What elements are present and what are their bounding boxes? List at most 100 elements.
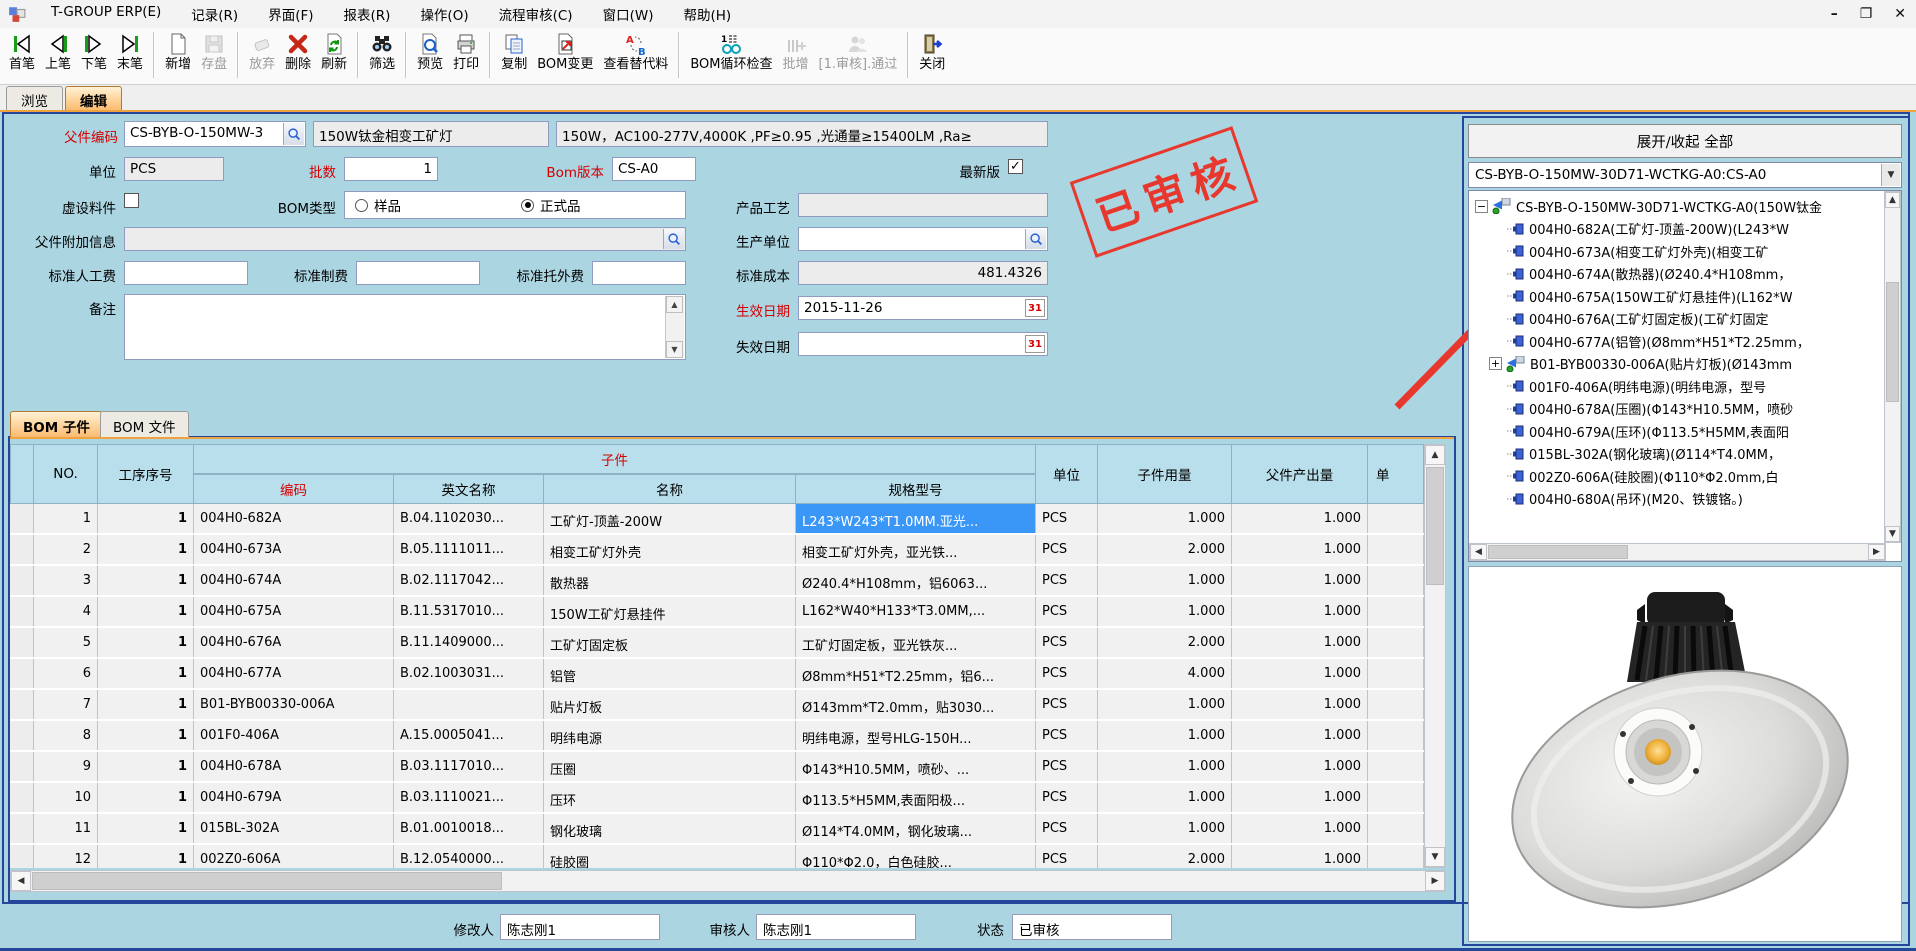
cell-seq[interactable]: 1 [98,783,194,812]
remark-textarea[interactable]: ▲ ▼ [124,294,686,360]
cell-seq[interactable]: 1 [98,504,194,533]
nav-first-button[interactable]: 首笔 [4,28,40,72]
cell-code[interactable]: 004H0-674A [194,566,394,595]
cell-spec[interactable]: L162*W40*H133*T3.0MM,... [796,597,1036,626]
row-marker[interactable] [10,659,34,688]
cell-parent_qty[interactable]: 1.000 [1232,814,1368,843]
cell-en[interactable]: B.04.1102030... [394,504,544,533]
cell-en[interactable]: A.15.0005041... [394,721,544,750]
parent-info-lookup-button[interactable] [663,229,684,249]
cell-seq[interactable]: 1 [98,659,194,688]
scroll-down-icon[interactable]: ▼ [666,341,683,358]
cell-qty[interactable]: 2.000 [1098,628,1232,657]
cell-name[interactable]: 压圈 [544,752,796,781]
cell-unit[interactable]: PCS [1036,504,1098,533]
cell-seq[interactable]: 1 [98,566,194,595]
cell-name[interactable]: 相变工矿灯外壳 [544,535,796,564]
cell-unit[interactable]: PCS [1036,597,1098,626]
row-marker[interactable] [10,628,34,657]
filter-button[interactable]: 筛选 [364,28,400,72]
cell-parent_qty[interactable]: 1.000 [1232,721,1368,750]
cell-no[interactable]: 7 [34,690,98,719]
refresh-button[interactable]: 刷新 [316,28,352,72]
cell-spec[interactable]: L243*W243*T1.0MM.亚光... [796,504,1036,533]
prod-unit-field[interactable] [798,227,1048,251]
prod-unit-lookup-button[interactable] [1025,229,1046,249]
cell-qty[interactable]: 1.000 [1098,566,1232,595]
cell-unit[interactable]: PCS [1036,845,1098,868]
scroll-up-icon[interactable]: ▲ [1885,192,1900,208]
cell-code[interactable]: 004H0-682A [194,504,394,533]
tree-node[interactable]: −CS-BYB-O-150MW-30D71-WCTKG-A0(150W钛金 [1471,195,1883,218]
tree-hscrollbar[interactable]: ◀ ▶ [1469,543,1886,561]
tab-bom-children[interactable]: BOM 子件 [10,411,103,437]
bom-type-option-0[interactable]: 样品 [355,195,401,215]
menu-item-6[interactable]: 窗口(W) [588,4,669,24]
cell-seq[interactable]: 1 [98,597,194,626]
expire-date-field[interactable]: 31 [798,332,1048,356]
tree-node[interactable]: 015BL-302A(钢化玻璃)(Ø114*T4.0MM， [1471,443,1883,466]
scroll-down-icon[interactable]: ▼ [1425,847,1445,867]
tree-node[interactable]: 004H0-682A(工矿灯-顶盖-200W)(L243*W [1471,218,1883,241]
bom-type-option-1[interactable]: 正式品 [521,195,581,215]
cell-name[interactable]: 明纬电源 [544,721,796,750]
tree-node[interactable]: 004H0-676A(工矿灯固定板)(工矿灯固定 [1471,308,1883,331]
tree-node[interactable]: 001F0-406A(明纬电源)(明纬电源，型号 [1471,375,1883,398]
cell-no[interactable]: 8 [34,721,98,750]
cell-parent_qty[interactable]: 1.000 [1232,752,1368,781]
cell-extra[interactable] [1368,628,1424,657]
bom-change-button[interactable]: BOM变更 [532,28,598,72]
expand-icon[interactable]: + [1489,357,1502,370]
close-button[interactable]: 关闭 [914,28,950,72]
close-button[interactable]: ✕ [1894,6,1906,22]
delete-button[interactable]: 删除 [280,28,316,72]
cell-unit[interactable]: PCS [1036,721,1098,750]
cell-code[interactable]: 004H0-679A [194,783,394,812]
cell-en[interactable]: B.03.1110021... [394,783,544,812]
cell-spec[interactable]: 工矿灯固定板，亚光铁灰... [796,628,1036,657]
cell-en[interactable]: B.02.1117042... [394,566,544,595]
cell-name[interactable]: 贴片灯板 [544,690,796,719]
expand-collapse-all-button[interactable]: 展开/收起 全部 [1468,124,1902,158]
cell-parent_qty[interactable]: 1.000 [1232,566,1368,595]
cell-en[interactable]: B.12.0540000... [394,845,544,868]
cell-qty[interactable]: 2.000 [1098,845,1232,868]
calendar-icon[interactable]: 31 [1025,335,1045,353]
cell-en[interactable]: B.02.1003031... [394,659,544,688]
parent-info-field[interactable] [124,227,686,251]
cell-spec[interactable]: Φ143*H10.5MM，喷砂、... [796,752,1036,781]
cell-qty[interactable]: 1.000 [1098,783,1232,812]
cell-no[interactable]: 9 [34,752,98,781]
cell-unit[interactable]: PCS [1036,814,1098,843]
substitute-button[interactable]: AB查看替代料 [598,28,673,72]
cell-qty[interactable]: 1.000 [1098,597,1232,626]
cell-code[interactable]: 002Z0-606A [194,845,394,868]
virtual-checkbox[interactable] [124,193,139,208]
cell-name[interactable]: 散热器 [544,566,796,595]
cell-spec[interactable]: 相变工矿灯外壳，亚光铁... [796,535,1036,564]
cell-en[interactable]: B.11.5317010... [394,597,544,626]
parent-code-field[interactable]: CS-BYB-O-150MW-3 [124,121,306,147]
restore-button[interactable]: ❐ [1860,6,1873,22]
menu-item-3[interactable]: 报表(R) [329,4,406,24]
cell-extra[interactable] [1368,814,1424,843]
row-marker[interactable] [10,690,34,719]
vscroll-thumb[interactable] [1886,282,1899,402]
scroll-left-icon[interactable]: ◀ [1470,544,1487,560]
cell-unit[interactable]: PCS [1036,659,1098,688]
cell-no[interactable]: 5 [34,628,98,657]
cell-code[interactable]: 004H0-677A [194,659,394,688]
cell-unit[interactable]: PCS [1036,690,1098,719]
cell-no[interactable]: 1 [34,504,98,533]
menu-item-5[interactable]: 流程审核(C) [484,4,588,24]
minimize-button[interactable]: – [1831,6,1838,22]
cell-extra[interactable] [1368,535,1424,564]
cell-seq[interactable]: 1 [98,628,194,657]
row-marker[interactable] [10,845,34,868]
scroll-down-icon[interactable]: ▼ [1885,526,1900,542]
cell-unit[interactable]: PCS [1036,783,1098,812]
effective-date-field[interactable]: 2015-11-26 31 [798,296,1048,320]
cell-name[interactable]: 工矿灯固定板 [544,628,796,657]
std-mfg-field[interactable] [356,261,480,285]
cell-en[interactable]: B.05.1111011... [394,535,544,564]
